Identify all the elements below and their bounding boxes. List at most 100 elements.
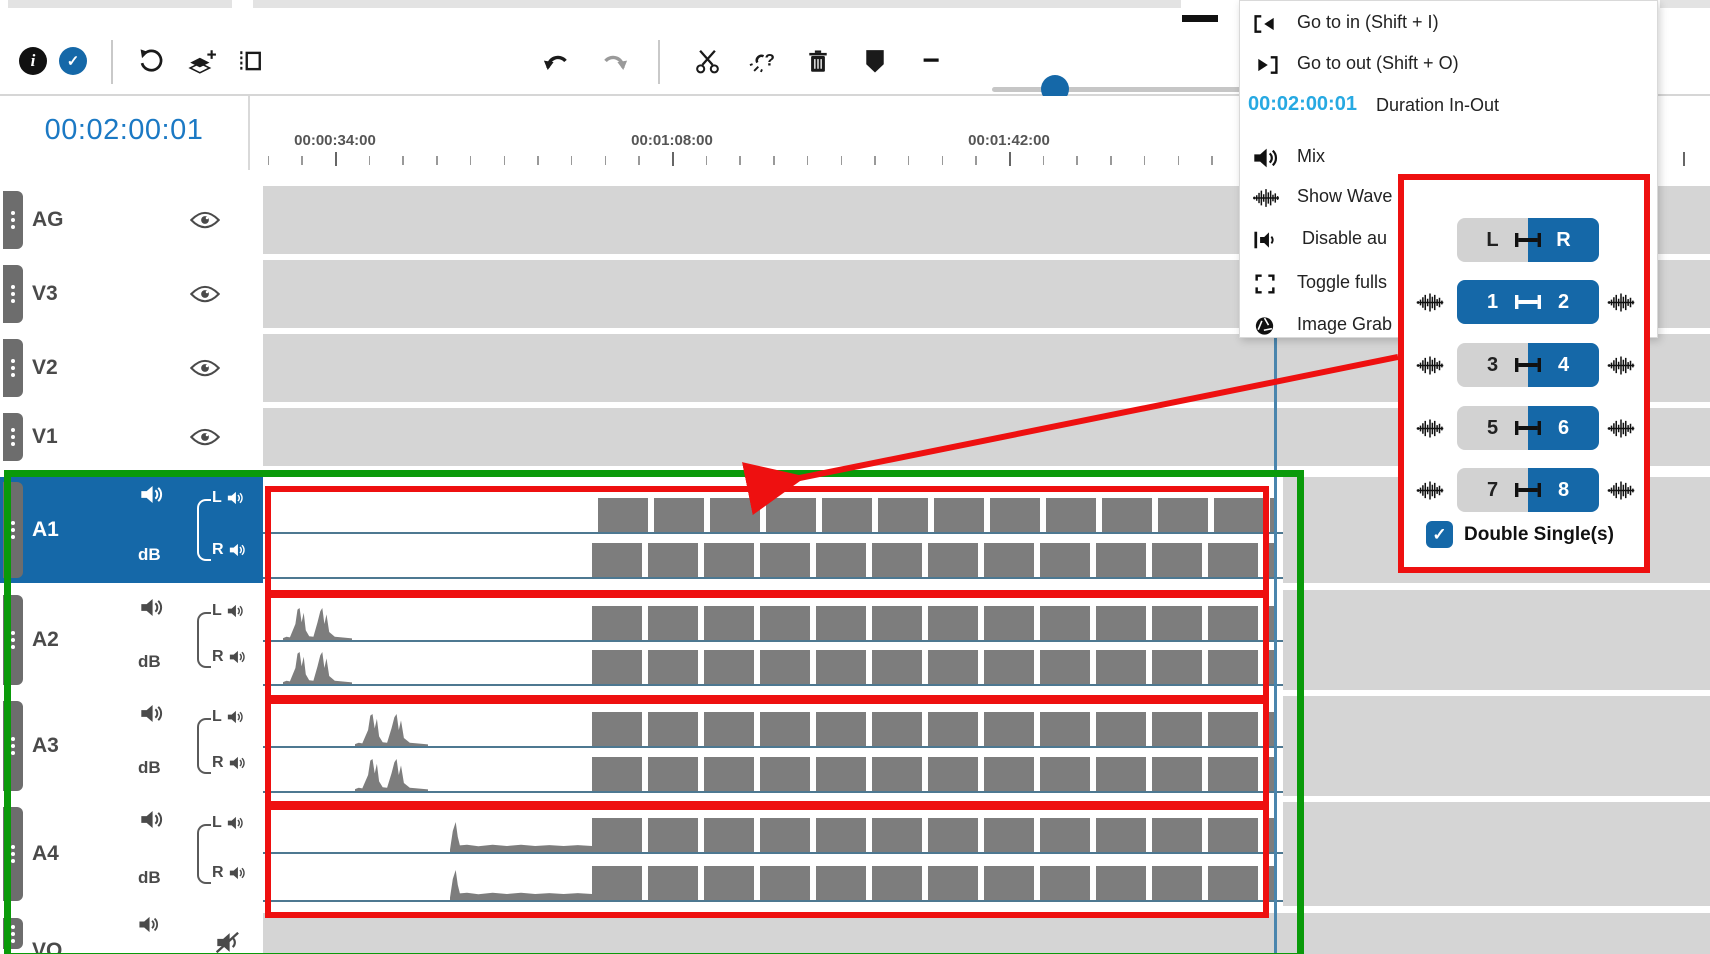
- go-to-in-icon: [1253, 13, 1279, 35]
- channel-bracket: [197, 824, 211, 884]
- track-drag-handle[interactable]: [3, 595, 23, 685]
- waveform-baseline: [263, 746, 1283, 748]
- menu-item-go-to-out[interactable]: Go to out (Shift + O): [1240, 50, 1657, 84]
- waveform-sustain-segment: [450, 870, 592, 900]
- unlink-button[interactable]: ?: [746, 28, 778, 94]
- right-channel[interactable]: R: [212, 864, 246, 882]
- track-drag-handle[interactable]: [3, 191, 23, 249]
- channel-button-left[interactable]: L: [1457, 218, 1528, 262]
- double-singles-label: Double Single(s): [1464, 524, 1614, 546]
- left-channel[interactable]: L: [212, 708, 244, 726]
- track-header: A1 dB L R: [0, 477, 263, 583]
- track-drag-handle[interactable]: [3, 807, 23, 901]
- ruler-tick: [706, 156, 708, 165]
- waveform-sustain-segment: [450, 822, 592, 852]
- channel-button-right[interactable]: R: [1528, 218, 1599, 262]
- track-header: AG: [0, 186, 263, 254]
- gain-db-button[interactable]: dB: [138, 545, 161, 565]
- channel-button-left[interactable]: 5: [1457, 406, 1528, 450]
- confirm-button[interactable]: ✓: [58, 28, 88, 94]
- ruler-tick: [807, 156, 809, 165]
- channel-button-left[interactable]: 7: [1457, 468, 1528, 512]
- undo-button[interactable]: [541, 28, 571, 94]
- channel-label: L: [212, 708, 222, 726]
- speaker-icon[interactable]: [140, 485, 164, 504]
- speaker-muted-icon[interactable]: [216, 932, 242, 953]
- minimize-icon[interactable]: [1182, 15, 1218, 22]
- track-drag-handle[interactable]: [3, 482, 23, 578]
- audio-clip[interactable]: [263, 590, 1283, 690]
- ruler-tick: [1076, 156, 1078, 165]
- menu-item-go-to-in[interactable]: Go to in (Shift + I): [1240, 9, 1657, 43]
- audio-clip[interactable]: [263, 696, 1283, 796]
- speaker-icon[interactable]: [138, 916, 160, 933]
- eye-icon[interactable]: [190, 359, 220, 377]
- waveform-burst-segment: [283, 652, 352, 684]
- left-channel[interactable]: L: [212, 602, 244, 620]
- cut-button[interactable]: [692, 28, 722, 94]
- gain-db-button[interactable]: dB: [138, 758, 161, 778]
- audio-clip[interactable]: [263, 477, 1283, 583]
- menu-item-mix[interactable]: Mix: [1240, 143, 1657, 177]
- track-drag-handle[interactable]: [3, 413, 23, 461]
- track-row-vo: VO: [0, 913, 1710, 954]
- channel-pair-pill: 3 4: [1457, 343, 1599, 387]
- audio-clip[interactable]: [263, 802, 1283, 906]
- waveform-dense-segment: [592, 712, 1277, 746]
- channel-pair-pill: 5 6: [1457, 406, 1599, 450]
- track-drag-handle[interactable]: [3, 339, 23, 397]
- timeline-area[interactable]: [263, 913, 1710, 954]
- info-icon: i: [19, 47, 47, 75]
- disable-audio-icon: [1253, 229, 1279, 251]
- right-channel[interactable]: R: [212, 541, 246, 559]
- eye-icon[interactable]: [190, 285, 220, 303]
- channel-button-right[interactable]: 8: [1528, 468, 1599, 512]
- channel-button-left[interactable]: 1: [1457, 280, 1528, 324]
- double-singles-checkbox[interactable]: ✓: [1426, 521, 1453, 548]
- zoom-out-button[interactable]: −: [916, 28, 946, 94]
- gain-db-button[interactable]: dB: [138, 868, 161, 888]
- speaker-icon[interactable]: [140, 598, 164, 617]
- reset-button[interactable]: [136, 28, 166, 94]
- track-label: V1: [32, 425, 58, 449]
- channel-button-right[interactable]: 4: [1528, 343, 1599, 387]
- track-drag-handle[interactable]: [3, 918, 23, 949]
- add-layer-button[interactable]: [186, 28, 218, 94]
- ruler-tick: [537, 156, 539, 165]
- speaker-icon[interactable]: [140, 810, 164, 829]
- track-header: V2: [0, 334, 263, 402]
- info-button[interactable]: i: [18, 28, 48, 94]
- channel-button-right[interactable]: 6: [1528, 406, 1599, 450]
- left-channel[interactable]: L: [212, 489, 244, 507]
- channel-label: L: [212, 602, 222, 620]
- marker-button[interactable]: [862, 28, 888, 94]
- track-drag-handle[interactable]: [3, 265, 23, 323]
- reset-icon: [138, 48, 164, 74]
- ruler-tick: [301, 156, 303, 165]
- left-channel[interactable]: L: [212, 814, 244, 832]
- right-channel[interactable]: R: [212, 648, 246, 666]
- go-to-out-icon: [1253, 54, 1279, 76]
- trim-button[interactable]: [236, 28, 264, 94]
- eye-icon[interactable]: [190, 211, 220, 229]
- track-drag-handle[interactable]: [3, 701, 23, 791]
- waveform-dense-segment: [592, 818, 1277, 852]
- ruler-tick: [1144, 156, 1146, 165]
- channel-label: L: [212, 814, 222, 832]
- ruler-tick: [1211, 156, 1213, 165]
- waveform-dense-segment: [592, 606, 1277, 640]
- undo-icon: [543, 50, 570, 73]
- channel-pair-row-lr: L R: [1404, 218, 1644, 262]
- menu-item-label: Toggle fulls: [1297, 272, 1387, 293]
- delete-button[interactable]: [805, 28, 831, 94]
- channel-label: R: [212, 754, 224, 772]
- channel-button-right[interactable]: 2: [1528, 280, 1599, 324]
- right-channel[interactable]: R: [212, 754, 246, 772]
- speaker-icon[interactable]: [140, 704, 164, 723]
- add-layer-icon: [187, 48, 217, 74]
- waveform-dense-segment: [592, 543, 1277, 577]
- redo-button[interactable]: [599, 28, 629, 94]
- eye-icon[interactable]: [190, 428, 220, 446]
- gain-db-button[interactable]: dB: [138, 652, 161, 672]
- channel-button-left[interactable]: 3: [1457, 343, 1528, 387]
